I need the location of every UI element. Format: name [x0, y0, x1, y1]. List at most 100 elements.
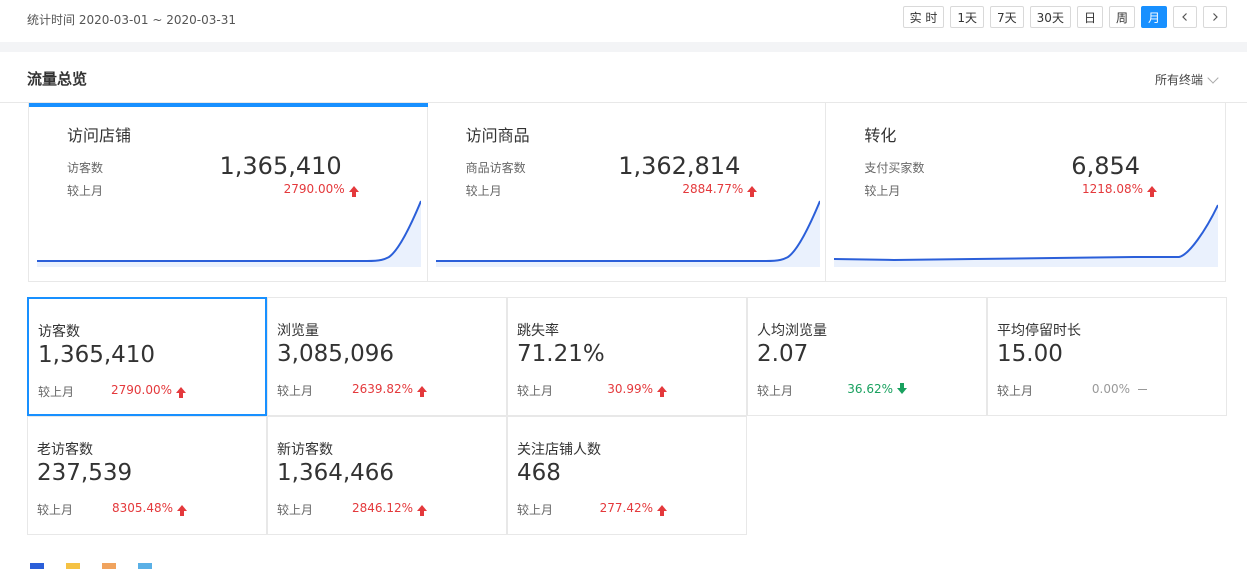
top-toolbar: 统计时间 2020-03-01 ~ 2020-03-31 实 时 1天 7天 3… — [0, 0, 1247, 42]
sparkline-chart — [834, 204, 1219, 267]
metric-card-pageviews[interactable]: 浏览量 3,085,096 较上月 2639.82% — [267, 297, 507, 416]
section-header: 流量总览 所有终端 — [0, 52, 1247, 103]
metric-compare: 较上月 — [277, 384, 314, 398]
metric-card-returning-visitors[interactable]: 老访客数 237,539 较上月 8305.48% — [27, 416, 267, 535]
metric-label: 跳失率 — [517, 323, 559, 339]
change-value: 0.00% — [1091, 382, 1130, 396]
metric-change: 0.00% — [1092, 382, 1147, 396]
arrow-up-icon — [1147, 186, 1158, 197]
next-period-button[interactable] — [1203, 6, 1227, 28]
chevron-right-icon — [1213, 13, 1218, 21]
metric-label: 访客数 — [38, 324, 80, 340]
metric-label: 新访客数 — [277, 442, 333, 458]
prev-period-button[interactable] — [1173, 6, 1197, 28]
metric-card-store-followers[interactable]: 关注店铺人数 468 较上月 277.42% — [507, 416, 747, 535]
metric-value: 237,539 — [37, 460, 133, 486]
metric-label: 浏览量 — [277, 323, 319, 339]
arrow-down-icon — [897, 383, 907, 394]
terminal-select[interactable]: 所有终端 — [1154, 71, 1219, 88]
metric-card-new-visitors[interactable]: 新访客数 1,364,466 较上月 2846.12% — [267, 416, 507, 535]
overview-card-metric: 商品访客数 — [465, 161, 526, 175]
overview-card-conversion[interactable]: 转化 支付买家数 6,854 较上月 1218.08% — [826, 103, 1225, 281]
chevron-left-icon — [1182, 13, 1187, 21]
section-title: 流量总览 — [27, 70, 88, 88]
metric-change: 2639.82% — [351, 382, 427, 397]
sparkline-line — [435, 200, 820, 262]
metric-value: 468 — [517, 460, 561, 486]
chevron-down-icon — [1207, 71, 1219, 84]
overview-card-change: 2790.00% — [283, 182, 359, 197]
metric-label: 平均停留时长 — [997, 323, 1081, 339]
overview-card-metric: 访客数 — [67, 161, 104, 175]
metric-compare: 较上月 — [38, 385, 75, 399]
divider-band — [0, 42, 1247, 52]
metric-compare: 较上月 — [757, 384, 794, 398]
legend-swatch — [138, 563, 152, 569]
range-btn-30days[interactable]: 30天 — [1029, 6, 1071, 28]
metric-value: 1,364,466 — [277, 460, 395, 486]
metric-compare: 较上月 — [517, 384, 554, 398]
overview-card-change: 2884.77% — [682, 182, 758, 197]
sparkline-line — [37, 200, 421, 262]
change-value: 2790.00% — [110, 383, 172, 397]
metric-value: 3,085,096 — [277, 341, 395, 367]
metric-label: 关注店铺人数 — [517, 442, 601, 458]
overview-card-title: 访问店铺 — [67, 126, 132, 145]
change-value: 8305.48% — [111, 501, 173, 515]
overview-card-title: 转化 — [864, 126, 897, 145]
change-value: 277.42% — [599, 501, 653, 515]
period-label: 统计时间 2020-03-01 ~ 2020-03-31 — [27, 13, 236, 27]
range-btn-realtime[interactable]: 实 时 — [902, 6, 945, 28]
metric-card-bounce-rate[interactable]: 跳失率 71.21% 较上月 30.99% — [507, 297, 747, 416]
chart-legend-partial — [30, 563, 152, 569]
metric-card-avg-duration[interactable]: 平均停留时长 15.00 较上月 0.00% — [987, 297, 1227, 416]
metric-value: 1,365,410 — [38, 342, 156, 368]
arrow-up-icon — [177, 505, 187, 516]
overview-card-value: 1,362,814 — [618, 152, 741, 180]
sparkline-area — [435, 201, 820, 267]
arrow-up-icon — [657, 505, 667, 516]
sparkline-area — [37, 201, 421, 267]
metric-compare: 较上月 — [277, 503, 314, 517]
range-selector: 实 时 1天 7天 30天 日 周 月 — [902, 6, 1227, 28]
change-value: 1218.08% — [1081, 182, 1144, 196]
metric-change: 2846.12% — [351, 501, 427, 516]
metric-change: 8305.48% — [111, 501, 187, 516]
change-value: 30.99% — [607, 382, 653, 396]
arrow-up-icon — [348, 186, 359, 197]
legend-swatch — [30, 563, 44, 569]
range-btn-week[interactable]: 周 — [1108, 6, 1135, 28]
legend-swatch — [66, 563, 80, 569]
change-value: 2846.12% — [351, 501, 413, 515]
metric-compare: 较上月 — [997, 384, 1034, 398]
metric-card-avg-pageviews[interactable]: 人均浏览量 2.07 较上月 36.62% — [747, 297, 987, 416]
change-value: 36.62% — [847, 382, 893, 396]
overview-card-title: 访问商品 — [465, 126, 530, 145]
metric-change: 2790.00% — [110, 383, 186, 398]
change-value: 2884.77% — [682, 182, 744, 196]
sparkline-chart — [435, 200, 820, 267]
overview-card-store[interactable]: 访问店铺 访客数 1,365,410 较上月 2790.00% — [29, 103, 428, 281]
metric-compare: 较上月 — [517, 503, 554, 517]
range-btn-7days[interactable]: 7天 — [990, 6, 1024, 28]
arrow-up-icon — [417, 505, 427, 516]
range-btn-day[interactable]: 日 — [1076, 6, 1103, 28]
metric-label: 老访客数 — [37, 442, 93, 458]
metric-compare: 较上月 — [37, 503, 74, 517]
metric-value: 2.07 — [757, 341, 809, 367]
overview-cards: 访问店铺 访客数 1,365,410 较上月 2790.00% 访问商品 商品访… — [28, 103, 1226, 282]
sparkline-chart — [37, 200, 421, 267]
metric-label: 人均浏览量 — [757, 323, 827, 339]
range-btn-1day[interactable]: 1天 — [950, 6, 985, 28]
change-value: 2790.00% — [283, 182, 345, 196]
arrow-up-icon — [657, 386, 667, 397]
terminal-select-label: 所有终端 — [1154, 73, 1203, 87]
overview-card-product[interactable]: 访问商品 商品访客数 1,362,814 较上月 2884.77% — [428, 103, 827, 281]
dash-icon — [1138, 388, 1147, 390]
change-value: 2639.82% — [351, 382, 413, 396]
metric-card-visitors[interactable]: 访客数 1,365,410 较上月 2790.00% — [27, 297, 267, 416]
overview-card-change: 1218.08% — [1081, 182, 1158, 197]
arrow-up-icon — [747, 186, 758, 197]
overview-card-metric: 支付买家数 — [864, 161, 925, 175]
range-btn-month[interactable]: 月 — [1140, 6, 1167, 28]
